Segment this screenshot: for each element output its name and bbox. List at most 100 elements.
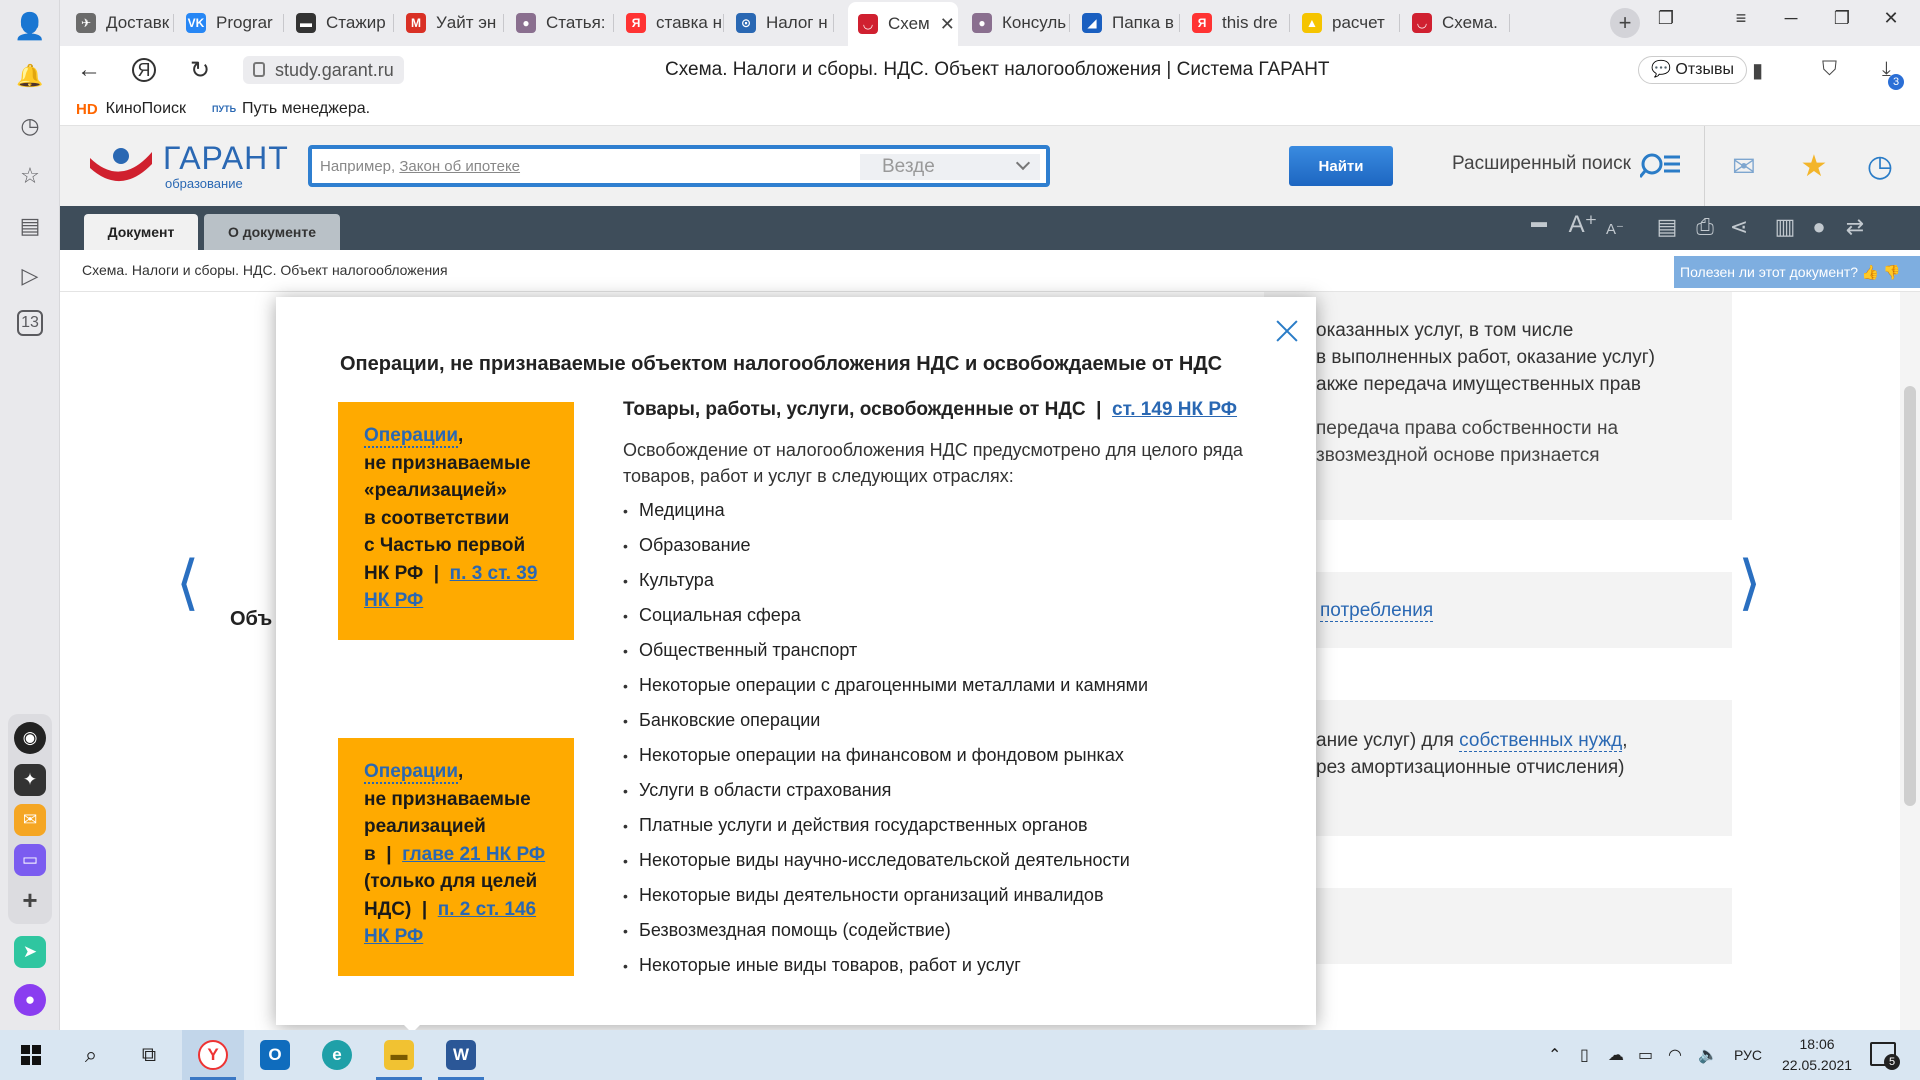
close-window-icon[interactable]: ✕ — [1875, 8, 1907, 29]
notifications-bell-icon[interactable]: 🔔 — [14, 60, 46, 92]
collections-icon[interactable]: ▤ — [14, 210, 46, 242]
browser-tab[interactable]: VK Prograr — [176, 4, 284, 42]
nk-rf-link[interactable]: НК РФ — [364, 590, 423, 611]
alice-assistant-icon[interactable]: ● — [14, 984, 46, 1016]
tab-overview-icon[interactable]: ❐ — [1650, 8, 1682, 29]
font-increase-icon[interactable]: A⁺ — [1568, 210, 1598, 239]
chapter21-link[interactable]: главе 21 НК РФ — [402, 844, 545, 865]
sparkle-app-icon[interactable]: ✦ — [14, 764, 46, 796]
browser-tab[interactable]: M Уайт эн — [396, 4, 504, 42]
calendar-13-icon[interactable]: 13 — [17, 310, 43, 336]
find-button[interactable]: Найти — [1289, 146, 1393, 186]
notification-center-icon[interactable]: 5 — [1870, 1042, 1900, 1070]
onedrive-cloud-icon[interactable]: ☁ — [1608, 1045, 1624, 1065]
close-tab-icon[interactable]: ✕ — [940, 14, 955, 35]
language-indicator[interactable]: РУС — [1734, 1047, 1762, 1063]
bookmarks-icon[interactable]: ▥ — [1770, 214, 1800, 240]
url-field[interactable]: study.garant.ru — [243, 56, 404, 84]
swap-icon[interactable]: ⇄ — [1840, 214, 1870, 240]
browser-tab[interactable]: ▲ расчет — [1292, 4, 1400, 42]
p2-art146-link[interactable]: п. 2 ст. 146 — [438, 899, 536, 920]
browser-tab[interactable]: ● Консуль — [962, 4, 1070, 42]
send-app-icon[interactable]: ➤ — [14, 936, 46, 968]
search-hint[interactable]: Например, Закон об ипотеке — [320, 158, 520, 175]
browser-tab[interactable]: ⊙ Налог н — [726, 4, 834, 42]
nk-rf-link[interactable]: НК РФ — [364, 926, 423, 947]
tab-about-document[interactable]: О документе — [204, 214, 340, 250]
save-icon[interactable]: ▤ — [1652, 214, 1682, 240]
browser-tab[interactable]: ◢ Папка в — [1072, 4, 1180, 42]
garant-logo[interactable]: ГАРАНТ образование — [88, 140, 288, 191]
reload-icon[interactable]: ↻ — [185, 56, 215, 85]
advanced-search-icon[interactable] — [1640, 150, 1680, 178]
prev-slide-arrow-icon[interactable]: ⟨ — [176, 548, 199, 618]
clock[interactable]: 18:06 22.05.2021 — [1782, 1034, 1852, 1076]
p3-art39-link[interactable]: п. 3 ст. 39 — [450, 563, 538, 584]
art149-link[interactable]: ст. 149 НК РФ — [1112, 399, 1237, 420]
operations-link[interactable]: Операции — [364, 425, 459, 448]
battery-icon[interactable]: ▭ — [1638, 1045, 1653, 1065]
info-icon[interactable]: ● — [1804, 214, 1834, 240]
font-decrease-icon[interactable]: A⁻ — [1600, 220, 1630, 238]
mail-app-icon[interactable]: ✉ — [14, 804, 46, 836]
task-view-icon[interactable]: ⧉ — [118, 1030, 180, 1080]
own-needs-link[interactable]: собственных нужд — [1459, 730, 1623, 752]
restore-icon[interactable]: ❐ — [1826, 8, 1858, 29]
bookmark-path-manager[interactable]: ПУТЬ Путь менеджера. — [212, 100, 370, 118]
search-hint-example-link[interactable]: Закон об ипотеке — [399, 158, 520, 175]
profile-icon[interactable]: 👤 — [14, 10, 46, 42]
new-tab-button[interactable]: + — [1610, 8, 1640, 38]
edge-taskbar[interactable]: e — [306, 1030, 368, 1080]
minimize-icon[interactable]: ─ — [1775, 8, 1807, 29]
thumbs-up-icon[interactable]: 👍 — [1862, 264, 1879, 280]
operations-link[interactable]: Операции — [364, 761, 459, 784]
browser-tab[interactable]: ✈ Доставк — [66, 4, 174, 42]
alice-app-icon[interactable]: ◉ — [14, 722, 46, 754]
history-clock-icon[interactable]: ◷ — [1860, 148, 1900, 184]
explorer-taskbar[interactable]: ▬ — [368, 1030, 430, 1080]
print-icon[interactable]: ⎙ — [1690, 214, 1720, 240]
messenger-app-icon[interactable]: ▭ — [14, 844, 46, 876]
history-icon[interactable]: ◷ — [14, 110, 46, 142]
word-taskbar[interactable]: W — [430, 1030, 492, 1080]
doc-link-consumption[interactable]: потребления — [1320, 598, 1434, 624]
search-taskbar-icon[interactable]: ⌕ — [60, 1030, 122, 1080]
browser-tab[interactable]: ● Статья: — [506, 4, 614, 42]
yandex-browser-taskbar[interactable]: Y — [182, 1030, 244, 1080]
thumbs-down-icon[interactable]: 👎 — [1883, 264, 1900, 280]
outlook-taskbar[interactable]: O — [244, 1030, 306, 1080]
back-icon[interactable]: ← — [74, 56, 104, 84]
next-slide-arrow-icon[interactable]: ⟩ — [1738, 548, 1761, 618]
page-scrollbar[interactable] — [1900, 292, 1920, 1030]
share-icon[interactable]: ⋖ — [1724, 214, 1754, 240]
close-icon[interactable] — [1272, 317, 1302, 347]
browser-tab[interactable]: ◡ Схема. — [1402, 4, 1510, 42]
yandex-home-icon[interactable]: Я — [132, 58, 156, 82]
browser-tab[interactable]: ◡ Схем ✕ — [848, 2, 958, 46]
bookmark-icon[interactable]: ▮ — [1752, 58, 1763, 83]
scrollbar-thumb[interactable] — [1904, 386, 1916, 806]
search-scope-select[interactable]: Везде — [860, 154, 1040, 180]
consumption-link[interactable]: потребления — [1320, 600, 1434, 622]
volume-icon[interactable]: 🔈 — [1698, 1045, 1718, 1065]
favorites-star-icon[interactable]: ★ — [1794, 148, 1834, 184]
reviews-button[interactable]: 💬 Отзывы — [1638, 56, 1747, 84]
tray-chevron-up-icon[interactable]: ⌃ — [1548, 1045, 1561, 1065]
browser-tab[interactable]: Яthis dre — [1182, 4, 1290, 42]
search-box[interactable]: Например, Закон об ипотеке Везде — [308, 145, 1050, 187]
video-play-icon[interactable]: ▷ — [14, 260, 46, 292]
advanced-search-link[interactable]: Расширенный поиск — [1452, 153, 1631, 175]
contacts-mail-icon[interactable]: ✉ — [1724, 148, 1764, 184]
tray-device-icon[interactable]: ▯ — [1580, 1045, 1589, 1065]
browser-tab[interactable]: Яставка н — [616, 4, 724, 42]
add-app-icon[interactable]: + — [14, 884, 46, 916]
favorites-star-icon[interactable]: ☆ — [14, 160, 46, 192]
tab-document[interactable]: Документ — [84, 214, 198, 250]
menu-icon[interactable]: ≡ — [1725, 8, 1757, 29]
browser-tab[interactable]: ▬ Стажир — [286, 4, 394, 42]
start-button[interactable] — [0, 1030, 62, 1080]
wifi-icon[interactable]: ◠ — [1668, 1045, 1682, 1065]
protect-icon[interactable]: ⛉ — [1822, 58, 1837, 81]
bookmark-kinopoisk[interactable]: HD КиноПоиск — [76, 100, 186, 118]
bookmark-tool-icon[interactable]: ▬ — [1524, 214, 1554, 232]
